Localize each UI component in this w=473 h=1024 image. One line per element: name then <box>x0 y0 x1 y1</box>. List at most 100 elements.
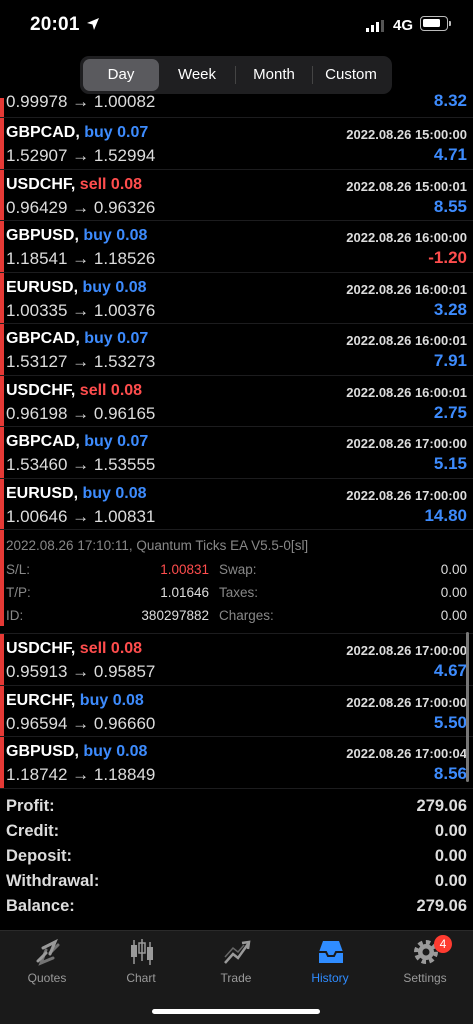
trade-side: buy 0.07 <box>84 124 149 141</box>
trade-side: buy 0.08 <box>79 691 144 709</box>
trade-symbol: EURCHF, buy 0.08 <box>6 692 144 710</box>
trade-side: buy 0.07 <box>84 433 149 450</box>
trade-profit: 4.71 <box>433 145 467 164</box>
tp-value: 1.01646 <box>160 585 209 600</box>
summary-row: Credit: 0.00 <box>0 822 473 847</box>
trade-date: 2022.08.26 17:00:00 <box>346 436 467 451</box>
trade-symbol: USDCHF, sell 0.08 <box>6 382 142 400</box>
symbol-name: GBPCAD, <box>6 124 80 141</box>
settings-badge: 4 <box>434 935 452 953</box>
battery-icon <box>420 16 448 31</box>
network-type: 4G <box>393 17 414 34</box>
trade-side: buy 0.08 <box>83 227 148 244</box>
trade-date: 2022.08.26 15:00:01 <box>346 178 467 194</box>
symbol-name: EURCHF, <box>6 691 76 709</box>
trade-date: 2022.08.26 16:00:01 <box>346 281 467 297</box>
trade-profit: 8.32 <box>433 91 467 110</box>
trade-side: buy 0.08 <box>83 743 148 760</box>
deposit-value: 0.00 <box>434 847 467 865</box>
symbol-name: GBPUSD, <box>6 227 79 244</box>
table-row[interactable]: 0.99978 → 1.00082 8.32 <box>0 91 473 118</box>
symbol-name: GBPUSD, <box>6 743 79 760</box>
swap-value: 0.00 <box>440 562 467 577</box>
account-summary: Profit: 279.06 Credit: 0.00 Deposit: 0.0… <box>0 797 473 922</box>
trade-history-list: 0.99978 → 1.00082 8.32 GBPCAD, buy 0.07 2… <box>0 91 473 789</box>
signal-icon <box>366 20 384 32</box>
credit-value: 0.00 <box>434 822 467 840</box>
summary-row: Profit: 279.06 <box>0 797 473 822</box>
tab-trade[interactable]: Trade <box>189 931 283 991</box>
trade-profit: 14.80 <box>424 505 467 525</box>
withdrawal-label: Withdrawal: <box>6 872 100 890</box>
table-row[interactable]: EURUSD, buy 0.08 2022.08.26 17:00:00 1.006… <box>0 479 473 530</box>
sl-value: 1.00831 <box>160 562 209 577</box>
table-row[interactable]: USDCHF, sell 0.08 2022.08.26 16:00:01 0.96… <box>0 376 473 427</box>
table-row[interactable]: EURCHF, buy 0.08 2022.08.26 17:00:00 0.965… <box>0 686 473 737</box>
history-icon <box>319 941 343 963</box>
trade-prices: 1.00335 → 1.00376 <box>6 300 156 320</box>
trade-prices: 0.95913 → 0.95857 <box>6 662 156 681</box>
symbol-name: USDCHF, <box>6 381 76 399</box>
trade-symbol: EURUSD, buy 0.08 <box>6 485 147 503</box>
tab-chart[interactable]: Chart <box>94 931 188 991</box>
trade-side: buy 0.08 <box>82 278 147 296</box>
tab-trade-label: Trade <box>220 971 252 985</box>
taxes-label: Taxes: <box>219 585 259 600</box>
status-time: 20:01 <box>30 14 80 35</box>
balance-value: 279.06 <box>416 897 467 915</box>
trade-profit: 8.55 <box>433 196 467 216</box>
trade-side: buy 0.08 <box>82 484 147 502</box>
symbol-name: USDCHF, <box>6 175 76 193</box>
table-row[interactable]: USDCHF, sell 0.08 2022.08.26 17:00:00 0.95… <box>0 634 473 686</box>
tab-quotes[interactable]: Quotes <box>0 931 94 991</box>
trade-side: sell 0.08 <box>79 175 143 193</box>
trade-prices: 1.53127 → 1.53273 <box>6 352 156 371</box>
status-bar: 20:01 4G <box>0 0 473 52</box>
scrollbar[interactable] <box>466 632 469 782</box>
tab-chart-label: Chart <box>126 971 156 985</box>
trade-symbol: USDCHF, sell 0.08 <box>6 176 142 194</box>
trade-date: 2022.08.26 17:00:00 <box>346 694 467 710</box>
charges-label: Charges: <box>219 608 274 623</box>
trade-symbol: USDCHF, sell 0.08 <box>6 640 142 658</box>
sl-label: S/L: <box>6 562 31 577</box>
trade-details: 2022.08.26 17:10:11, Quantum Ticks EA V5… <box>0 530 473 634</box>
trade-comment: 2022.08.26 17:10:11, Quantum Ticks EA V5… <box>6 538 309 553</box>
trade-profit: -1.20 <box>428 248 467 267</box>
trade-prices: 0.99978 → 1.00082 <box>6 92 156 111</box>
trade-symbol: GBPCAD, buy 0.07 <box>6 124 148 142</box>
table-row[interactable]: EURUSD, buy 0.08 2022.08.26 16:00:01 1.003… <box>0 273 473 324</box>
trade-prices: 1.00646 → 1.00831 <box>6 506 156 526</box>
table-row[interactable]: GBPCAD, buy 0.07 2022.08.26 16:00:01 1.531… <box>0 324 473 376</box>
period-day[interactable]: Day <box>83 59 159 91</box>
symbol-name: GBPCAD, <box>6 330 80 347</box>
trade-profit: 5.15 <box>433 454 467 473</box>
tab-history[interactable]: History <box>283 931 377 991</box>
period-selector: Day Week Month Custom <box>80 56 392 94</box>
tab-history-label: History <box>311 971 349 985</box>
taxes-value: 0.00 <box>440 585 467 600</box>
deposit-label: Deposit: <box>6 847 72 865</box>
trade-profit: 8.56 <box>433 764 467 783</box>
table-row[interactable]: GBPCAD, buy 0.07 2022.08.26 17:00:00 1.534… <box>0 427 473 479</box>
trade-symbol: GBPUSD, buy 0.08 <box>6 743 147 761</box>
period-custom[interactable]: Custom <box>313 59 389 91</box>
trade-prices: 0.96594 → 0.96660 <box>6 713 156 733</box>
tab-quotes-label: Quotes <box>27 971 67 985</box>
credit-label: Credit: <box>6 822 60 840</box>
table-row[interactable]: GBPCAD, buy 0.07 2022.08.26 15:00:00 1.529… <box>0 118 473 170</box>
trade-date: 2022.08.26 16:00:00 <box>346 230 467 245</box>
period-week[interactable]: Week <box>159 59 235 91</box>
profit-label: Profit: <box>6 797 55 815</box>
table-row[interactable]: GBPUSD, buy 0.08 2022.08.26 17:00:04 1.187… <box>0 737 473 789</box>
period-month[interactable]: Month <box>236 59 312 91</box>
trade-prices: 0.96198 → 0.96165 <box>6 403 156 423</box>
table-row[interactable]: GBPUSD, buy 0.08 2022.08.26 16:00:00 1.185… <box>0 221 473 273</box>
trade-profit: 5.50 <box>433 712 467 732</box>
home-indicator[interactable] <box>152 1009 320 1014</box>
trade-prices: 1.18742 → 1.18849 <box>6 765 156 784</box>
table-row[interactable]: USDCHF, sell 0.08 2022.08.26 15:00:01 0.96… <box>0 170 473 221</box>
summary-row: Withdrawal: 0.00 <box>0 872 473 897</box>
trade-symbol: GBPUSD, buy 0.08 <box>6 227 147 245</box>
tab-settings[interactable]: 4 Settings <box>378 931 472 991</box>
